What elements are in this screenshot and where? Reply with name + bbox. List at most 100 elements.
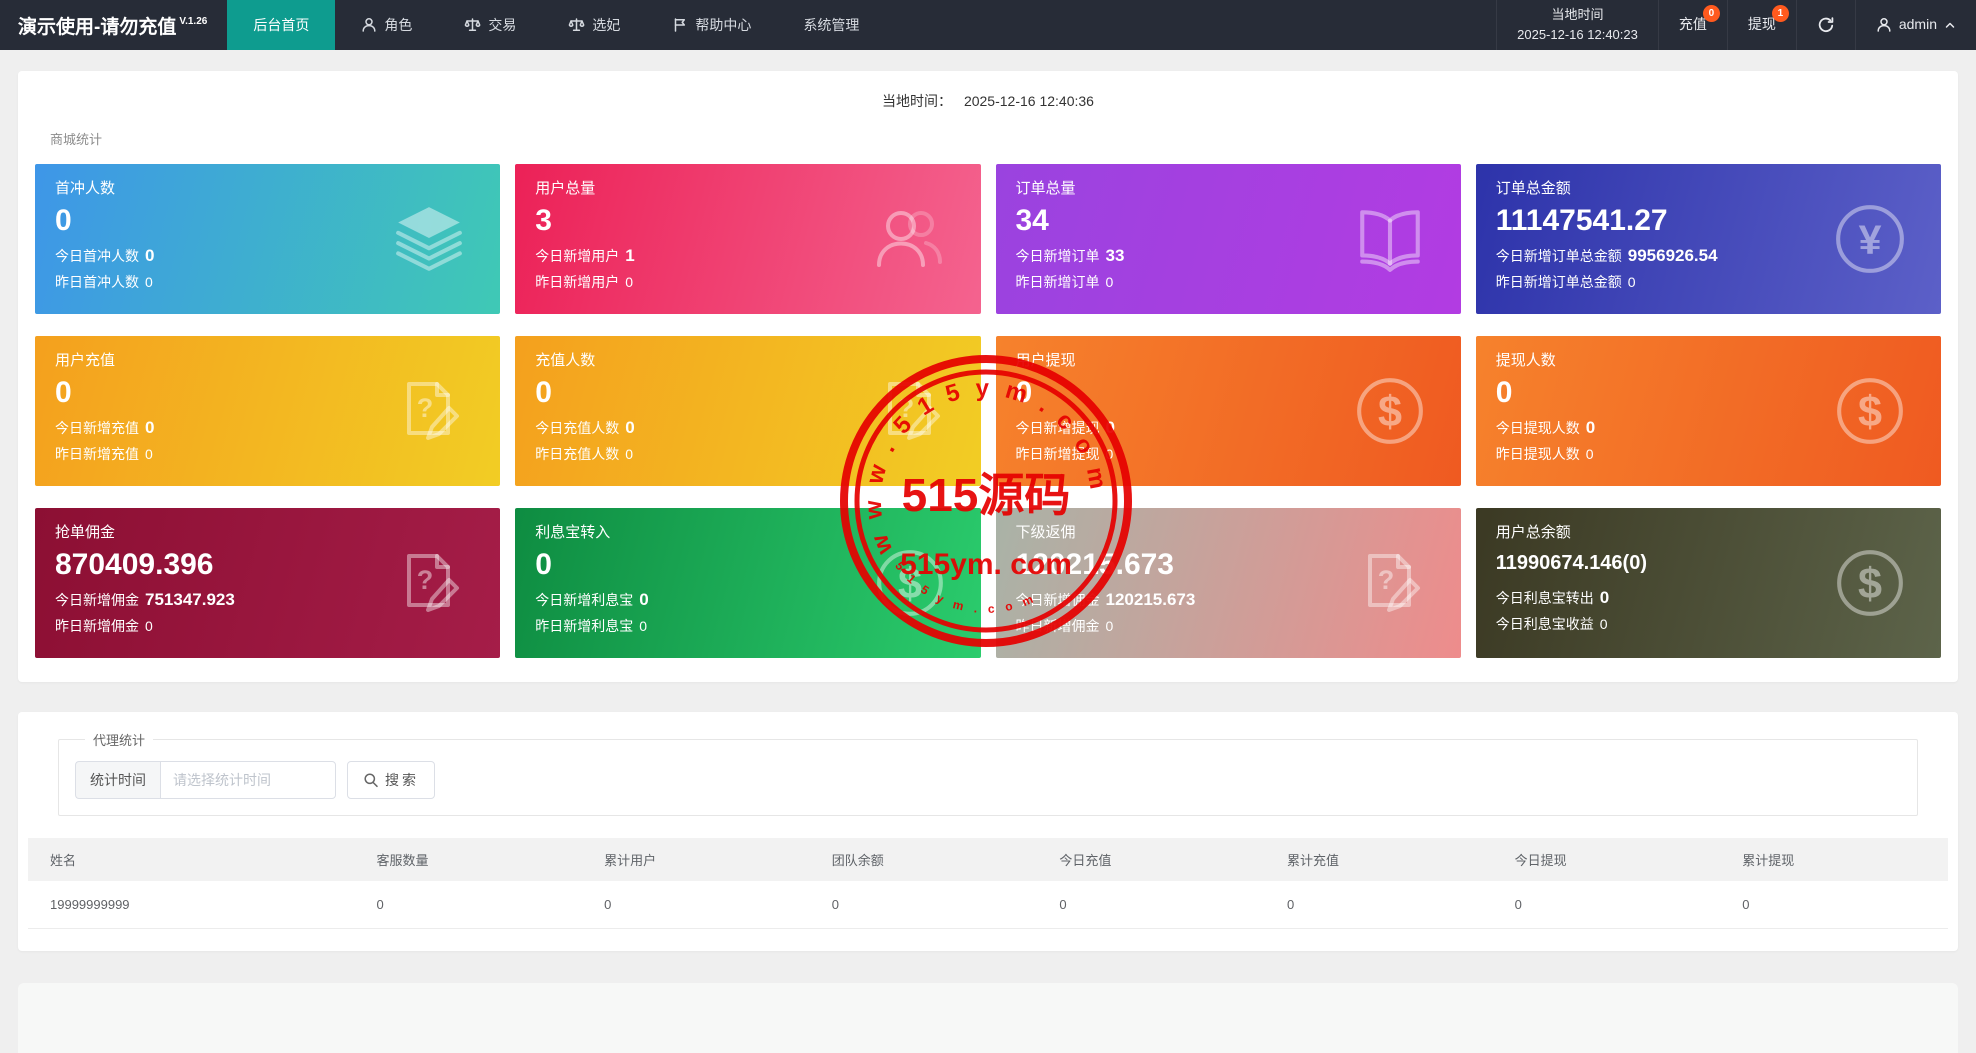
card-yesterday-value: 0 xyxy=(625,273,634,290)
card-today-label: 今日新增充值 xyxy=(55,419,139,436)
withdraw-button[interactable]: 提现 1 xyxy=(1726,0,1796,50)
col-header-today-recharge: 今日充值 xyxy=(1037,838,1266,881)
card-title: 订单总量 xyxy=(1015,180,1076,197)
card-yesterday-label: 昨日新增提现 xyxy=(1015,445,1100,462)
nav-tab-help-center[interactable]: 帮助中心 xyxy=(646,0,777,50)
cell-service-count: 0 xyxy=(354,881,583,929)
card-value: 120215.673 xyxy=(1015,548,1175,581)
stat-time-input[interactable] xyxy=(160,761,336,799)
card-title: 首冲人数 xyxy=(55,180,116,197)
cell-total-users: 0 xyxy=(582,881,810,929)
stat-time-input-group: 统计时间 xyxy=(75,761,336,799)
agent-stats-panel: 代理统计 统计时间 搜索 姓名 客服数量 累计用户 团队余额 今日充值 累 xyxy=(18,712,1958,951)
cell-team-balance: 0 xyxy=(809,881,1038,929)
card-value: 0 xyxy=(55,376,72,409)
card-today-label: 今日首冲人数 xyxy=(55,247,139,264)
yen-circle-icon: ¥ xyxy=(1836,205,1904,273)
card-yesterday-value: 0 xyxy=(625,445,634,462)
card-value: 11990674.146(0) xyxy=(1495,552,1647,574)
cell-today-withdraw: 0 xyxy=(1492,881,1721,929)
card-yesterday-value: 0 xyxy=(1105,617,1114,634)
svg-text:?: ? xyxy=(417,565,434,595)
dollar-circle-icon: $ xyxy=(1837,550,1903,616)
scales-icon xyxy=(464,18,481,32)
withdraw-label: 提现 xyxy=(1747,16,1776,33)
nav-tab-label: 交易 xyxy=(488,17,517,33)
card-today-label: 今日新增提现 xyxy=(1015,419,1100,436)
stat-card-recharge-users: 充值人数 0 今日充值人数 0 昨日充值人数 0 ? xyxy=(515,336,981,486)
search-button-label: 搜索 xyxy=(385,772,419,788)
refresh-button[interactable] xyxy=(1795,0,1855,50)
card-today-label: 今日新增利息宝 xyxy=(535,591,634,608)
agent-table-header-row: 姓名 客服数量 累计用户 团队余额 今日充值 累计充值 今日提现 累计提现 xyxy=(28,838,1948,881)
recharge-label: 充值 xyxy=(1678,16,1707,33)
card-title: 利息宝转入 xyxy=(535,524,611,541)
card-yesterday-value: 0 xyxy=(145,617,153,634)
local-time-value: 2025-12-16 12:40:23 xyxy=(1517,27,1638,42)
user-menu[interactable]: admin xyxy=(1854,0,1976,50)
nav-tab-select[interactable]: 选妃 xyxy=(542,0,646,50)
col-header-total-recharge: 累计充值 xyxy=(1265,838,1493,881)
svg-text:¥: ¥ xyxy=(1859,216,1882,262)
mall-stats-panel: 当地时间： 2025-12-16 12:40:36 商城统计 首冲人数 0 今日… xyxy=(18,71,1958,682)
users-icon xyxy=(876,211,942,267)
card-today-value: 0 xyxy=(1105,417,1115,437)
svg-text:?: ? xyxy=(417,393,434,423)
withdraw-badge: 1 xyxy=(1771,5,1789,22)
search-button[interactable]: 搜索 xyxy=(347,761,435,799)
scales-icon xyxy=(568,18,585,32)
stat-card-first-recharge-users: 首冲人数 0 今日首冲人数 0 昨日首冲人数 0 xyxy=(35,164,501,314)
agent-table: 姓名 客服数量 累计用户 团队余额 今日充值 累计充值 今日提现 累计提现 19… xyxy=(28,838,1948,929)
card-title: 抢单佣金 xyxy=(55,524,116,541)
card-yesterday-label: 昨日新增佣金 xyxy=(55,617,139,634)
nav-tab-trade[interactable]: 交易 xyxy=(438,0,542,50)
card-yesterday-value: 0 xyxy=(145,445,153,462)
stat-card-user-withdraw: 用户提现 0 今日新增提现 0 昨日新增提现 0 $ xyxy=(995,336,1461,486)
card-title: 用户提现 xyxy=(1015,352,1076,369)
local-time-label: 当地时间 xyxy=(1551,6,1604,22)
card-yesterday-label: 今日利息宝收益 xyxy=(1495,616,1594,632)
person-icon xyxy=(362,18,376,32)
table-row: 19999999999 0 0 0 0 0 0 0 xyxy=(28,881,1948,929)
doc-edit-icon: ? xyxy=(407,554,460,612)
nav-tab-dashboard[interactable]: 后台首页 xyxy=(227,0,336,50)
card-today-value: 0 xyxy=(639,589,649,609)
nav-tab-label: 帮助中心 xyxy=(695,17,752,33)
card-value: 0 xyxy=(535,376,552,409)
dollar-circle-icon: $ xyxy=(876,550,943,616)
dollar-circle-icon: $ xyxy=(1837,378,1903,444)
recharge-button[interactable]: 充值 0 xyxy=(1657,0,1727,50)
app-title-text: 演示使用-请勿充值 xyxy=(18,16,177,38)
stat-card-grab-commission: 抢单佣金 870409.396 今日新增佣金 751347.923 昨日新增佣金 0… xyxy=(35,508,501,658)
nav-tab-label: 后台首页 xyxy=(253,17,310,33)
card-today-value: 0 xyxy=(1585,417,1596,437)
card-yesterday-label: 昨日充值人数 xyxy=(535,445,620,462)
nav-tab-roles[interactable]: 角色 xyxy=(335,0,438,50)
nav-tab-label: 系统管理 xyxy=(803,17,860,33)
card-today-value: 0 xyxy=(1599,588,1610,607)
card-yesterday-label: 昨日新增订单 xyxy=(1015,273,1100,290)
svg-text:?: ? xyxy=(1378,565,1395,595)
stat-card-total-users: 用户总量 3 今日新增用户 1 昨日新增用户 0 xyxy=(515,164,981,314)
layers-icon xyxy=(396,207,463,271)
col-header-today-withdraw: 今日提现 xyxy=(1492,838,1721,881)
card-value: 3 xyxy=(535,204,552,237)
card-today-label: 今日充值人数 xyxy=(535,419,620,436)
card-title: 用户总余额 xyxy=(1495,524,1571,541)
card-yesterday-value: 0 xyxy=(1585,445,1594,462)
content-local-time-value: 2025-12-16 12:40:36 xyxy=(963,93,1094,109)
card-value: 0 xyxy=(55,204,72,237)
doc-edit-icon: ? xyxy=(1367,554,1420,612)
card-yesterday-label: 昨日提现人数 xyxy=(1495,445,1580,462)
col-header-team-balance: 团队余额 xyxy=(809,838,1038,881)
content-local-time-label: 当地时间： xyxy=(882,93,953,109)
search-icon xyxy=(364,773,378,788)
card-value: 0 xyxy=(535,548,552,581)
nav-tab-system[interactable]: 系统管理 xyxy=(777,0,885,50)
card-today-value: 0 xyxy=(625,417,635,437)
card-yesterday-label: 昨日新增充值 xyxy=(55,445,139,462)
book-icon xyxy=(1359,210,1420,272)
card-title: 用户总量 xyxy=(535,180,596,197)
stat-card-total-orders: 订单总量 34 今日新增订单 33 昨日新增订单 0 xyxy=(995,164,1461,314)
